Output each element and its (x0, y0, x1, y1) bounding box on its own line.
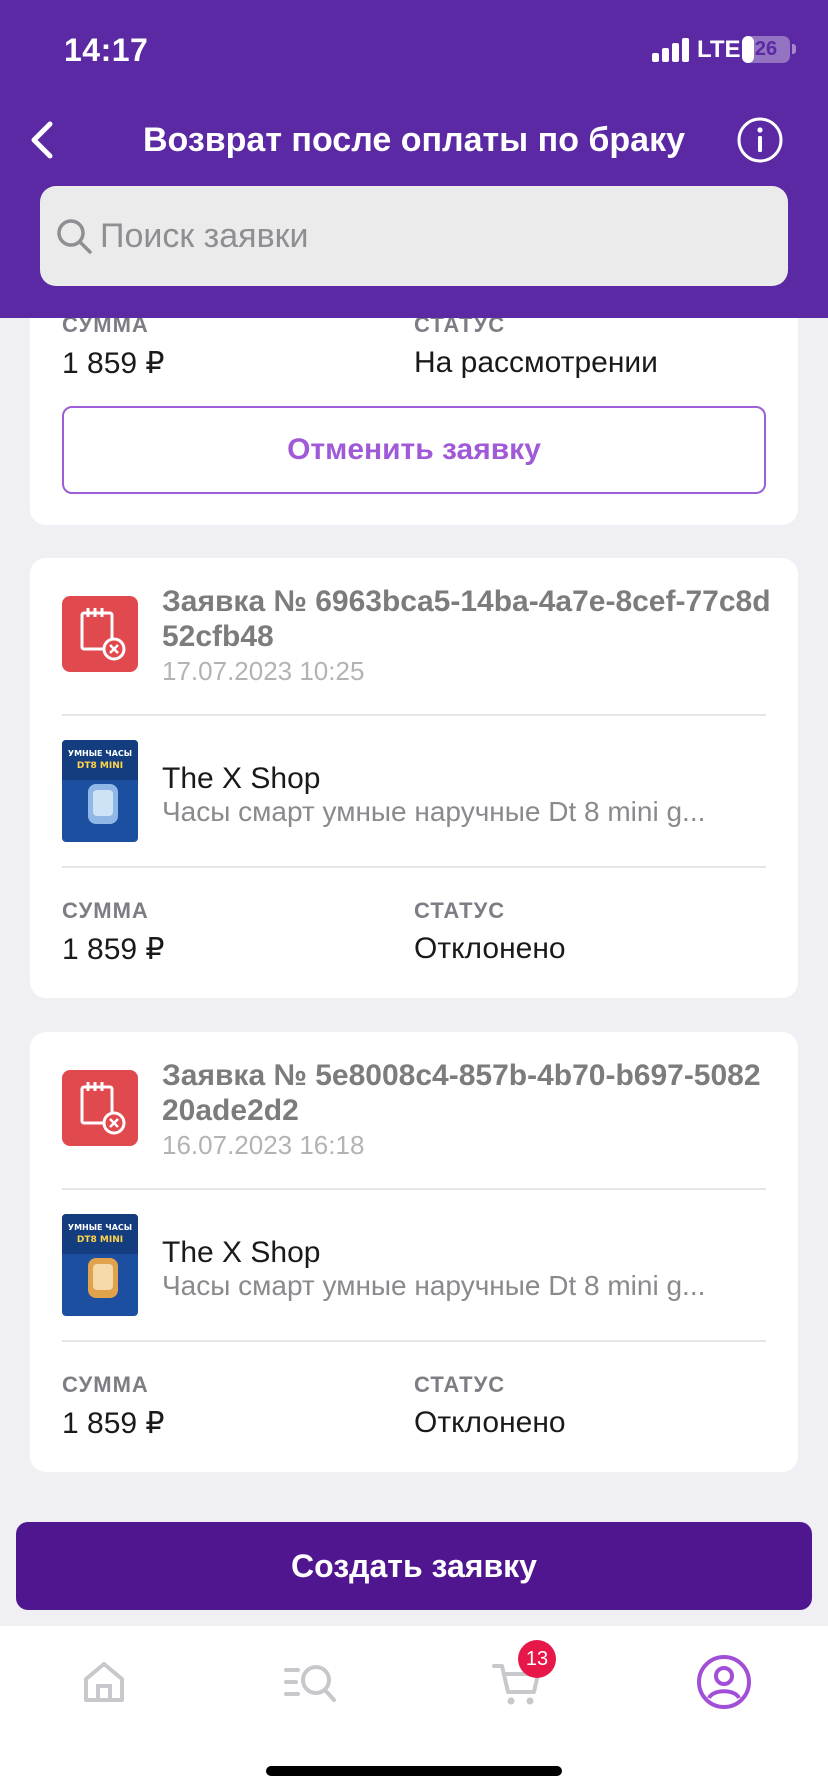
catalog-search-icon (284, 1665, 336, 1702)
search-input[interactable] (100, 186, 760, 286)
request-card[interactable]: Заявка № 6963bca5-14ba-4a7e-8cef-77c8d52… (30, 558, 798, 998)
shop-name: The X Shop (162, 1236, 321, 1269)
home-icon (84, 1662, 124, 1702)
header: 14:17 LTE 26 Возврат после оплаты по бра… (0, 0, 828, 318)
status-bar: 14:17 LTE 26 (0, 0, 828, 100)
nav-bar: Возврат после оплаты по браку (0, 100, 828, 180)
status-time: 14:17 (64, 32, 149, 68)
request-number: Заявка № 6963bca5-14ba-4a7e-8cef-77c8d52… (162, 585, 771, 653)
cart-badge: 13 (518, 1640, 556, 1678)
status-value: Отклонено (414, 932, 566, 965)
signal-icon (652, 38, 690, 62)
status-label: СТАТУС (414, 1372, 506, 1397)
request-rejected-icon (62, 596, 138, 672)
request-date: 16.07.2023 16:18 (162, 1130, 365, 1160)
status-label: СТАТУС (414, 898, 506, 923)
divider (62, 1340, 766, 1342)
sum-value: 1 859 ₽ (62, 933, 165, 966)
tab-profile[interactable] (694, 1652, 754, 1712)
shop-name: The X Shop (162, 762, 321, 795)
request-rejected-icon (62, 1070, 138, 1146)
sum-value: 1 859 ₽ (62, 347, 165, 380)
home-indicator (266, 1766, 562, 1776)
search-icon (57, 219, 92, 254)
page-title: Возврат после оплаты по браку (142, 121, 686, 159)
product-thumbnail: УМНЫЕ ЧАСЫ DT8 MINI (62, 740, 138, 842)
tab-home[interactable] (74, 1652, 134, 1712)
request-number: Заявка № 5e8008c4-857b-4b70-b697-508220a… (162, 1059, 761, 1127)
sum-value: 1 859 ₽ (62, 1407, 165, 1440)
chevron-left-icon (31, 121, 53, 159)
sum-label: СУММА (62, 1372, 149, 1397)
divider (62, 1188, 766, 1190)
product-name: Часы смарт умные наручные Dt 8 mini g... (162, 1270, 706, 1301)
battery-icon: 26 (742, 36, 790, 63)
info-icon (737, 117, 783, 163)
sum-label: СУММА (62, 898, 149, 923)
product-thumbnail: УМНЫЕ ЧАСЫ DT8 MINI (62, 1214, 138, 1316)
product-name: Часы смарт умные наручные Dt 8 mini g... (162, 796, 706, 827)
divider (62, 866, 766, 868)
request-card[interactable]: Заявка № 5e8008c4-857b-4b70-b697-508220a… (30, 1032, 798, 1472)
svg-text:УМНЫЕ ЧАСЫ: УМНЫЕ ЧАСЫ (68, 749, 132, 758)
status-value: Отклонено (414, 1406, 566, 1439)
info-button[interactable] (736, 116, 784, 164)
network-type: LTE (697, 36, 741, 63)
search-bar[interactable] (40, 186, 788, 286)
svg-text:УМНЫЕ ЧАСЫ: УМНЫЕ ЧАСЫ (68, 1223, 132, 1232)
svg-text:DT8 MINI: DT8 MINI (77, 1235, 123, 1245)
cancel-request-button[interactable]: Отменить заявку (62, 406, 766, 494)
svg-text:DT8 MINI: DT8 MINI (77, 761, 123, 771)
request-date: 17.07.2023 10:25 (162, 656, 365, 686)
back-button[interactable] (22, 118, 66, 162)
create-request-button[interactable]: Создать заявку (16, 1522, 812, 1610)
divider (62, 714, 766, 716)
battery-cap (792, 44, 796, 54)
tab-catalog[interactable] (282, 1652, 342, 1712)
battery-level: 26 (754, 38, 778, 60)
status-value: На рассмотрении (414, 346, 658, 379)
profile-icon (697, 1655, 751, 1709)
